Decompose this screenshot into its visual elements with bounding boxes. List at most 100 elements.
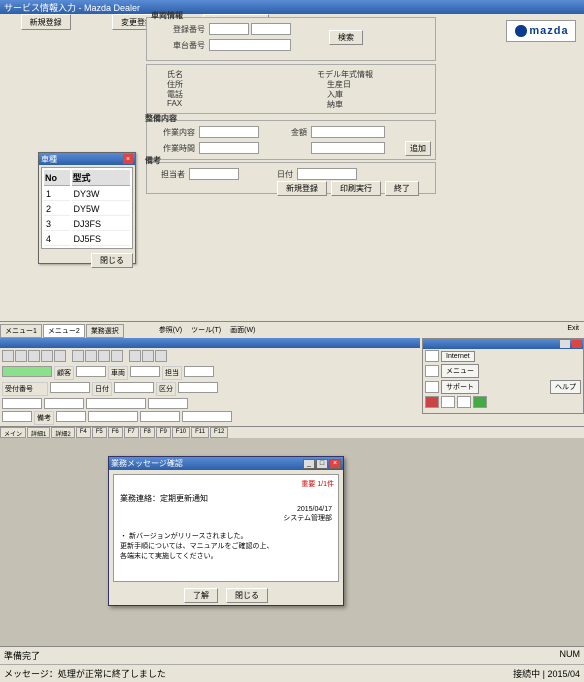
menu-exit[interactable]: Exit [563,324,583,338]
input-field[interactable] [140,411,180,422]
menu-tools[interactable]: ツール(T) [187,324,225,338]
ftab[interactable]: メイン [0,427,26,438]
receipt-field[interactable] [2,366,52,377]
tool-icon[interactable] [142,350,154,362]
new-button[interactable]: 新規登録 [277,181,327,196]
dialog-line2: 更新手順については、マニュアルをご確認の上、 [120,541,332,551]
tool-icon[interactable] [98,350,110,362]
sb-support-button[interactable]: サポート [441,380,479,394]
exit-button[interactable]: 終了 [385,181,419,196]
maximize-icon[interactable]: □ [316,459,328,469]
close-icon[interactable] [572,340,582,348]
ftab[interactable]: F9 [156,427,171,438]
close-button[interactable]: 閉じる [226,588,268,603]
list-item[interactable]: 4DJ5FS [44,233,130,246]
tool-icon[interactable] [54,350,66,362]
status-right: NUM [560,649,581,662]
app-icon[interactable] [441,396,455,408]
close-icon[interactable]: × [329,459,341,469]
menu-view[interactable]: 参照(V) [155,324,186,338]
ftab[interactable]: F11 [191,427,209,438]
tool-icon[interactable] [2,350,14,362]
tab-menu2[interactable]: メニュー2 [43,324,85,338]
sb-help-button[interactable]: ヘルプ [550,380,581,394]
popup-close-button[interactable]: 閉じる [91,253,133,268]
ftab[interactable]: 詳細2 [51,427,74,438]
time-input[interactable] [199,142,259,154]
dialog-sender: システム管理部 [120,513,332,523]
input-field[interactable] [50,382,90,393]
status-bar: 準備完了 NUM メッセージ：処理が正常に終了しました 接続中 | 2015/0… [0,646,584,676]
tool-icon[interactable] [72,350,84,362]
reg-input-2[interactable] [251,23,291,35]
chassis-input[interactable] [209,39,291,51]
fld-label: 受付番号 [2,382,48,396]
input-field[interactable] [88,411,138,422]
ftab[interactable]: F8 [140,427,155,438]
ftab[interactable]: F4 [76,427,91,438]
input-field[interactable] [148,398,188,409]
internet-sidebar: Internet メニュー サポート ヘルプ [422,338,584,414]
tool-icon[interactable] [15,350,27,362]
input-field[interactable] [56,411,86,422]
dialog-heading: 業務連絡：定期更新通知 [120,493,332,504]
list-item[interactable]: 2DY5W [44,203,130,216]
ok-button[interactable]: 了解 [184,588,218,603]
ftab[interactable]: F7 [124,427,139,438]
input-field[interactable] [114,382,154,393]
menu-window[interactable]: 画面(W) [226,324,259,338]
tool-icon[interactable] [41,350,53,362]
red-icon[interactable] [425,396,439,408]
input-field[interactable] [182,411,232,422]
close-icon[interactable]: × [123,154,133,164]
dialog-titlebar[interactable]: 業務メッセージ確認 _ □ × [109,457,343,470]
add-button[interactable]: 追加 [405,141,431,156]
input-field[interactable] [178,382,218,393]
green-icon[interactable] [473,396,487,408]
message-dialog: 業務メッセージ確認 _ □ × 重要 1/1件 業務連絡：定期更新通知 2015… [108,456,344,606]
search-button[interactable]: 検索 [329,30,363,45]
ftab[interactable]: F12 [210,427,228,438]
reg-input-1[interactable] [209,23,249,35]
popup-list[interactable]: No型式 1DY3W 2DY5W 3DJ3FS 4DJ5FS 5DJ3AS [41,167,133,249]
date-input[interactable] [297,168,357,180]
tool-icon[interactable] [155,350,167,362]
tab-menu1[interactable]: メニュー1 [0,324,42,338]
input-field[interactable] [86,398,146,409]
ftab[interactable]: F6 [108,427,123,438]
panel-legend: 車両情報 [151,10,183,21]
tool-icon[interactable] [85,350,97,362]
amount-input[interactable] [311,126,385,138]
tool-icon[interactable] [111,350,123,362]
input-field[interactable] [44,398,84,409]
input-field[interactable] [2,411,32,422]
dialog-footer: 了解 閉じる [109,586,343,605]
list-item[interactable]: 1DY3W [44,188,130,201]
sb-menu-button[interactable]: メニュー [441,364,479,378]
tab-menu3[interactable]: 業務選択 [86,324,124,338]
tool-icon[interactable] [28,350,40,362]
print-button[interactable]: 印刷実行 [331,181,381,196]
app-icon[interactable] [457,396,471,408]
chassis-label: 車台番号 [155,40,205,51]
info-r3b: 納車 [327,99,343,110]
minimize-icon[interactable] [560,340,570,348]
input-field[interactable] [76,366,106,377]
minimize-icon[interactable]: _ [303,459,315,469]
tool-icon[interactable] [129,350,141,362]
fld-label: 日付 [92,382,112,396]
list-item[interactable]: 3DJ3FS [44,218,130,231]
sb-internet-button[interactable]: Internet [441,351,475,362]
ftab[interactable]: 詳細1 [27,427,50,438]
new-reg-button[interactable]: 新規登録 [21,14,71,30]
work-input[interactable] [199,126,259,138]
staff-input[interactable] [189,168,239,180]
ftab[interactable]: F5 [92,427,107,438]
input-field[interactable] [2,398,42,409]
amount2-input[interactable] [311,142,385,154]
ftab[interactable]: F10 [172,427,190,438]
input-field[interactable] [130,366,160,377]
service-legend: 整備内容 [145,113,177,124]
list-item[interactable]: 5DJ3AS [44,248,130,249]
input-field[interactable] [184,366,214,377]
